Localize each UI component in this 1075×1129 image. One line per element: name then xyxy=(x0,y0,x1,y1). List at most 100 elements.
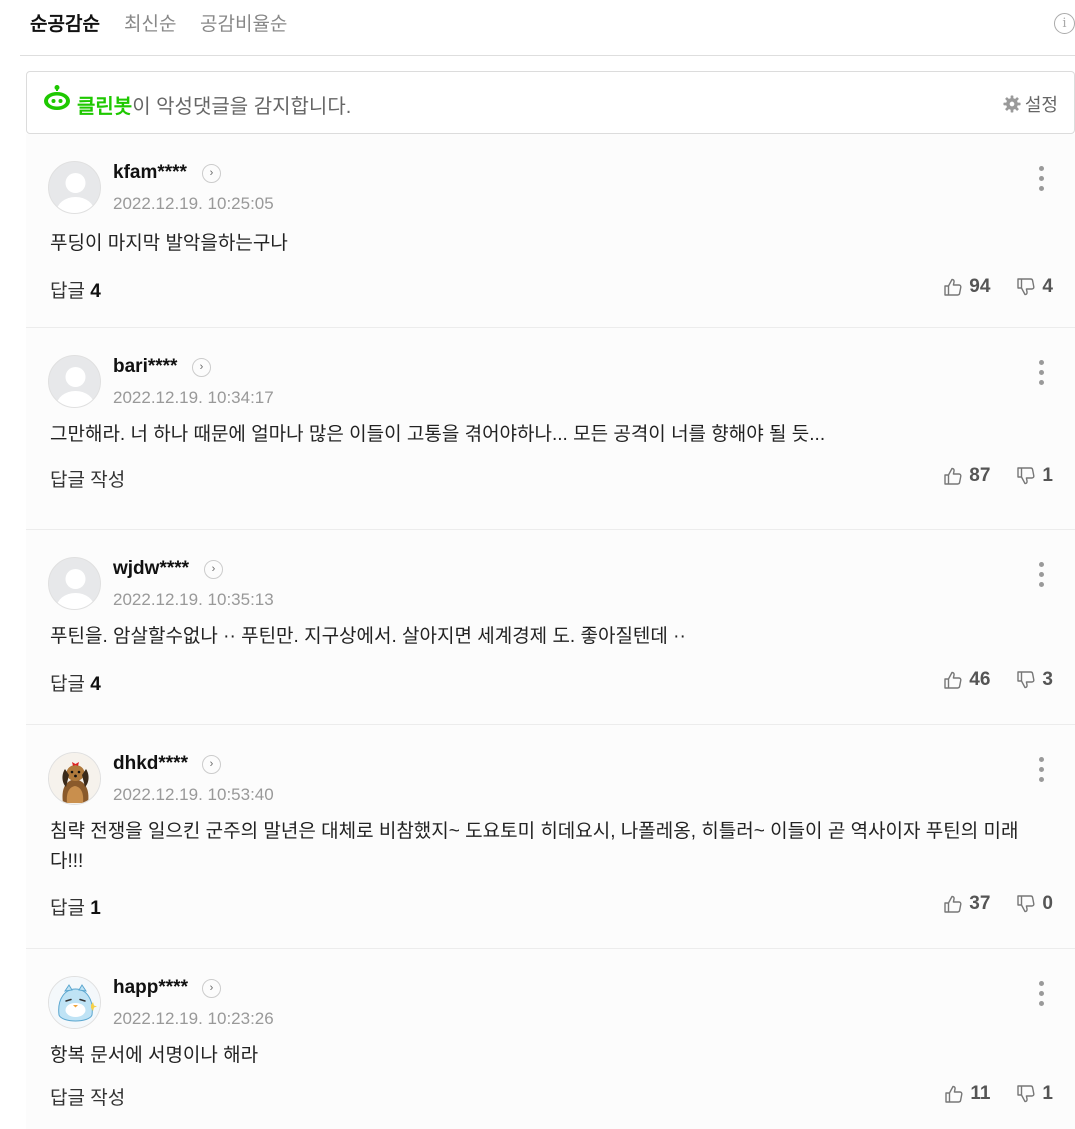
like-button[interactable]: 94 xyxy=(943,276,990,298)
cleanbot-brand: 클린봇 xyxy=(77,96,133,118)
comment-item: kfam**** › 2022.12.19. 10:25:05 푸딩이 마지막 … xyxy=(26,134,1075,328)
default-avatar-icon xyxy=(56,173,95,213)
dislike-count: 0 xyxy=(1042,893,1053,914)
avatar[interactable] xyxy=(48,161,101,214)
vote-group: 94 4 xyxy=(943,276,1053,298)
like-count: 87 xyxy=(969,465,991,486)
avatar[interactable] xyxy=(48,557,101,610)
thumbs-down-icon xyxy=(1017,467,1035,485)
more-options-icon[interactable] xyxy=(1039,562,1045,588)
comment-list: kfam**** › 2022.12.19. 10:25:05 푸딩이 마지막 … xyxy=(26,134,1075,1129)
like-count: 37 xyxy=(969,893,991,914)
thumbs-up-icon xyxy=(944,895,962,913)
thumbs-up-icon xyxy=(944,671,962,689)
cleanbot-message: 클린봇이 악성댓글을 감지합니다. xyxy=(77,90,351,119)
comment-body: 침략 전쟁을 일으킨 군주의 말년은 대체로 비참했지~ 도요토미 히데요시, … xyxy=(50,821,1019,872)
comment-timestamp: 2022.12.19. 10:35:13 xyxy=(113,590,274,609)
comment-body: 항복 문서에 서명이나 해라 xyxy=(50,1045,259,1066)
reply-button[interactable]: 답글 작성 xyxy=(50,465,125,492)
bird-avatar-icon xyxy=(49,977,100,1028)
comment-body: 그만해라. 너 하나 때문에 얼마나 많은 이들이 고통을 겪어야하나... 모… xyxy=(50,424,826,445)
comment-body: 푸틴을. 암살할수없나 ·· 푸틴만. 지구상에서. 살아지면 세계경제 도. … xyxy=(50,626,686,647)
comment-timestamp: 2022.12.19. 10:25:05 xyxy=(113,194,274,213)
sort-tab-like-ratio[interactable]: 공감비율순 xyxy=(200,9,287,36)
dog-avatar-icon xyxy=(49,753,100,804)
thumbs-down-icon xyxy=(1017,895,1035,913)
cleanbot-settings-button[interactable]: 설정 xyxy=(1003,91,1058,117)
like-count: 11 xyxy=(970,1083,991,1104)
reply-count: 1 xyxy=(90,898,101,919)
more-options-icon[interactable] xyxy=(1039,360,1045,386)
comment-body: 푸딩이 마지막 발악을하는구나 xyxy=(50,233,288,254)
dislike-button[interactable]: 4 xyxy=(1016,276,1053,298)
comment-timestamp: 2022.12.19. 10:34:17 xyxy=(113,388,274,407)
vote-group: 87 1 xyxy=(943,465,1053,487)
dislike-button[interactable]: 1 xyxy=(1016,465,1053,487)
thumbs-down-icon xyxy=(1017,671,1035,689)
like-count: 94 xyxy=(969,276,991,297)
dislike-count: 1 xyxy=(1042,1083,1053,1104)
sort-bar-inner: 순공감순 최신순 공감비율순 i xyxy=(20,0,1075,56)
like-button[interactable]: 87 xyxy=(943,465,990,487)
thumbs-down-icon xyxy=(1017,1085,1035,1103)
info-icon[interactable]: i xyxy=(1054,13,1075,34)
comment-item: bari**** › 2022.12.19. 10:34:17 그만해라. 너 … xyxy=(26,328,1075,530)
more-options-icon[interactable] xyxy=(1039,166,1045,192)
like-button[interactable]: 11 xyxy=(944,1083,990,1105)
dislike-button[interactable]: 0 xyxy=(1016,893,1053,915)
thumbs-up-icon xyxy=(944,278,962,296)
sort-tab-top-likes[interactable]: 순공감순 xyxy=(30,9,100,36)
gear-icon xyxy=(1003,95,1021,113)
more-options-icon[interactable] xyxy=(1039,757,1045,783)
reply-label: 답글 작성 xyxy=(50,470,126,491)
thumbs-up-icon xyxy=(945,1085,963,1103)
avatar[interactable] xyxy=(48,355,101,408)
vote-group: 11 1 xyxy=(944,1083,1053,1105)
reply-button[interactable]: 답글 4 xyxy=(50,276,101,303)
comment-username[interactable]: kfam**** xyxy=(113,162,187,184)
chevron-right-icon[interactable]: › xyxy=(202,164,221,183)
chevron-right-icon[interactable]: › xyxy=(192,358,211,377)
comment-item: wjdw**** › 2022.12.19. 10:35:13 푸틴을. 암살할… xyxy=(26,530,1075,725)
thumbs-up-icon xyxy=(944,467,962,485)
dislike-button[interactable]: 3 xyxy=(1016,669,1053,691)
like-count: 46 xyxy=(969,669,991,690)
comment-timestamp: 2022.12.19. 10:23:26 xyxy=(113,1009,274,1028)
reply-button[interactable]: 답글 1 xyxy=(50,893,101,920)
like-button[interactable]: 37 xyxy=(943,893,990,915)
reply-button[interactable]: 답글 작성 xyxy=(50,1083,125,1110)
comment-username[interactable]: happ**** xyxy=(113,977,188,999)
cleanbot-banner: 클린봇이 악성댓글을 감지합니다. 설정 xyxy=(26,71,1075,134)
comment-item: dhkd**** › 2022.12.19. 10:53:40 침략 전쟁을 일… xyxy=(26,725,1075,949)
reply-button[interactable]: 답글 4 xyxy=(50,669,101,696)
reply-label: 답글 xyxy=(50,898,85,919)
avatar[interactable] xyxy=(48,752,101,805)
cleanbot-text: 이 악성댓글을 감지합니다. xyxy=(132,96,352,118)
comment-username[interactable]: dhkd**** xyxy=(113,753,188,775)
avatar[interactable] xyxy=(48,976,101,1029)
vote-group: 37 0 xyxy=(943,893,1053,915)
dislike-count: 1 xyxy=(1042,465,1053,486)
comment-username[interactable]: wjdw**** xyxy=(113,558,189,580)
reply-label: 답글 작성 xyxy=(50,1088,126,1109)
chevron-right-icon[interactable]: › xyxy=(202,979,221,998)
sort-bar: 순공감순 최신순 공감비율순 i xyxy=(0,0,1075,56)
comment-item: happ**** › 2022.12.19. 10:23:26 항복 문서에 서… xyxy=(26,949,1075,1129)
like-button[interactable]: 46 xyxy=(943,669,990,691)
sort-tab-newest[interactable]: 최신순 xyxy=(124,9,176,36)
vote-group: 46 3 xyxy=(943,669,1053,691)
thumbs-down-icon xyxy=(1017,278,1035,296)
dislike-count: 3 xyxy=(1042,669,1053,690)
more-options-icon[interactable] xyxy=(1039,981,1045,1007)
chevron-right-icon[interactable]: › xyxy=(204,560,223,579)
dislike-count: 4 xyxy=(1042,276,1053,297)
settings-label: 설정 xyxy=(1024,95,1058,115)
chevron-right-icon[interactable]: › xyxy=(202,755,221,774)
comment-username[interactable]: bari**** xyxy=(113,356,177,378)
default-avatar-icon xyxy=(56,367,95,407)
dislike-button[interactable]: 1 xyxy=(1016,1083,1053,1105)
cleanbot-icon xyxy=(44,85,70,110)
reply-count: 4 xyxy=(90,281,101,302)
comment-timestamp: 2022.12.19. 10:53:40 xyxy=(113,785,274,804)
reply-label: 답글 xyxy=(50,281,85,302)
